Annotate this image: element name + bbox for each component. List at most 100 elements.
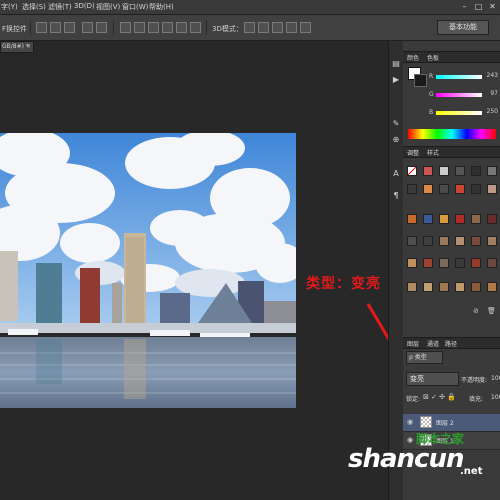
style-swatch[interactable] — [407, 236, 417, 246]
distribute-bottom-icon[interactable] — [148, 22, 159, 33]
style-swatch[interactable] — [487, 258, 497, 268]
maximize-icon[interactable]: □ — [473, 2, 484, 11]
style-swatch[interactable] — [423, 214, 433, 224]
style-swatch[interactable] — [407, 258, 417, 268]
style-swatch[interactable] — [439, 236, 449, 246]
align-bottom-icon[interactable] — [64, 22, 75, 33]
align-left-icon[interactable] — [82, 22, 93, 33]
layer-filter-select[interactable]: ρ 类型 — [406, 351, 443, 364]
style-swatch[interactable] — [487, 166, 497, 176]
style-swatch[interactable] — [487, 214, 497, 224]
canvas-image[interactable] — [0, 133, 296, 408]
style-swatch[interactable] — [439, 282, 449, 292]
distribute-center-icon[interactable] — [176, 22, 187, 33]
fill-value[interactable]: 100 — [491, 394, 500, 401]
3d-rotate-icon[interactable] — [244, 22, 255, 33]
style-swatch[interactable] — [455, 184, 465, 194]
style-swatch[interactable] — [471, 258, 481, 268]
slider-g-value[interactable]: 97 — [483, 90, 498, 97]
tab-color[interactable]: 颜色 — [407, 53, 419, 62]
opacity-value[interactable]: 100 — [491, 375, 500, 382]
visibility-eye-icon[interactable]: ◉ — [407, 418, 413, 426]
style-swatch[interactable] — [471, 184, 481, 194]
slider-r-value[interactable]: 243 — [483, 72, 498, 79]
actions-icon[interactable]: ▶ — [391, 75, 401, 85]
workspace-button[interactable]: 基本功能 — [437, 20, 489, 35]
style-swatch[interactable] — [487, 236, 497, 246]
tab-paths[interactable]: 路径 — [445, 339, 457, 348]
style-swatch[interactable] — [407, 214, 417, 224]
distribute-right-icon[interactable] — [190, 22, 201, 33]
menu-help[interactable]: 帮助(H) — [149, 2, 174, 12]
style-swatch[interactable] — [471, 236, 481, 246]
style-swatch[interactable] — [471, 166, 481, 176]
3d-roll-icon[interactable] — [258, 22, 269, 33]
style-swatch[interactable] — [455, 236, 465, 246]
style-swatch[interactable] — [423, 258, 433, 268]
tab-adjustments[interactable]: 调整 — [407, 148, 419, 157]
align-middle-icon[interactable] — [50, 22, 61, 33]
character-icon[interactable]: A — [391, 169, 401, 179]
menu-type[interactable]: 字(Y) — [1, 2, 18, 12]
slider-g[interactable] — [436, 93, 482, 97]
distribute-left-icon[interactable] — [162, 22, 173, 33]
menu-filter[interactable]: 滤镜(T) — [48, 2, 72, 12]
3d-mode-label: 3D模式： — [212, 25, 243, 33]
tab-styles[interactable]: 样式 — [427, 148, 439, 157]
brush-icon[interactable]: ✎ — [391, 119, 401, 129]
style-swatch[interactable] — [455, 258, 465, 268]
menu-3d[interactable]: 3D(D) — [74, 2, 95, 10]
options-bar: F换控件 3D模式： 基本功能 — [0, 15, 500, 41]
close-icon[interactable]: ✕ — [487, 2, 498, 11]
align-center-icon[interactable] — [96, 22, 107, 33]
style-swatch[interactable] — [423, 166, 433, 176]
background-color-swatch[interactable] — [414, 74, 427, 87]
style-none-swatch[interactable] — [407, 166, 417, 176]
style-swatch[interactable] — [423, 236, 433, 246]
slider-b[interactable] — [436, 111, 482, 115]
slider-r[interactable] — [436, 75, 482, 79]
lock-pixels-icon[interactable]: ⊠ ✓ ✣ 🔒 — [423, 393, 456, 401]
style-swatch[interactable] — [487, 184, 497, 194]
slider-b-value[interactable]: 250 — [483, 108, 498, 115]
style-swatch[interactable] — [439, 166, 449, 176]
align-top-icon[interactable] — [36, 22, 47, 33]
menu-window[interactable]: 窗口(W) — [122, 2, 148, 12]
tab-channels[interactable]: 通道 — [427, 339, 439, 348]
document-tab-label: GB/8#) * — [2, 43, 29, 50]
style-swatch[interactable] — [471, 214, 481, 224]
style-swatch[interactable] — [407, 184, 417, 194]
3d-scale-icon[interactable] — [300, 22, 311, 33]
clone-icon[interactable]: ⊕ — [391, 135, 401, 145]
style-swatch[interactable] — [439, 258, 449, 268]
style-swatch[interactable] — [471, 282, 481, 292]
blend-mode-select[interactable]: 变亮 — [406, 372, 459, 386]
close-tab-icon[interactable]: × — [26, 42, 31, 52]
style-swatch[interactable] — [487, 282, 497, 292]
style-swatch[interactable] — [423, 184, 433, 194]
history-icon[interactable]: ▤ — [391, 59, 401, 69]
distribute-top-icon[interactable] — [120, 22, 131, 33]
color-spectrum-ramp[interactable] — [408, 129, 496, 139]
document-tab[interactable]: GB/8#) * × — [0, 41, 34, 53]
tab-swatches[interactable]: 色板 — [427, 53, 439, 62]
minimize-icon[interactable]: – — [459, 2, 470, 11]
separator — [206, 20, 207, 35]
style-swatch[interactable] — [407, 282, 417, 292]
menu-select[interactable]: 选择(S) — [22, 2, 46, 12]
style-swatch[interactable] — [439, 184, 449, 194]
transform-controls-label[interactable]: F换控件 — [2, 24, 27, 34]
style-swatch[interactable] — [455, 214, 465, 224]
menu-view[interactable]: 视图(V) — [96, 2, 120, 12]
new-style-icon[interactable]: ⊘ — [473, 307, 479, 315]
paragraph-icon[interactable]: ¶ — [391, 191, 401, 201]
3d-slide-icon[interactable] — [286, 22, 297, 33]
delete-style-icon[interactable]: 🗑 — [487, 307, 496, 315]
3d-pan-icon[interactable] — [272, 22, 283, 33]
tab-layers[interactable]: 图层 — [407, 339, 419, 348]
style-swatch[interactable] — [439, 214, 449, 224]
style-swatch[interactable] — [455, 166, 465, 176]
distribute-middle-icon[interactable] — [134, 22, 145, 33]
style-swatch[interactable] — [455, 282, 465, 292]
style-swatch[interactable] — [423, 282, 433, 292]
